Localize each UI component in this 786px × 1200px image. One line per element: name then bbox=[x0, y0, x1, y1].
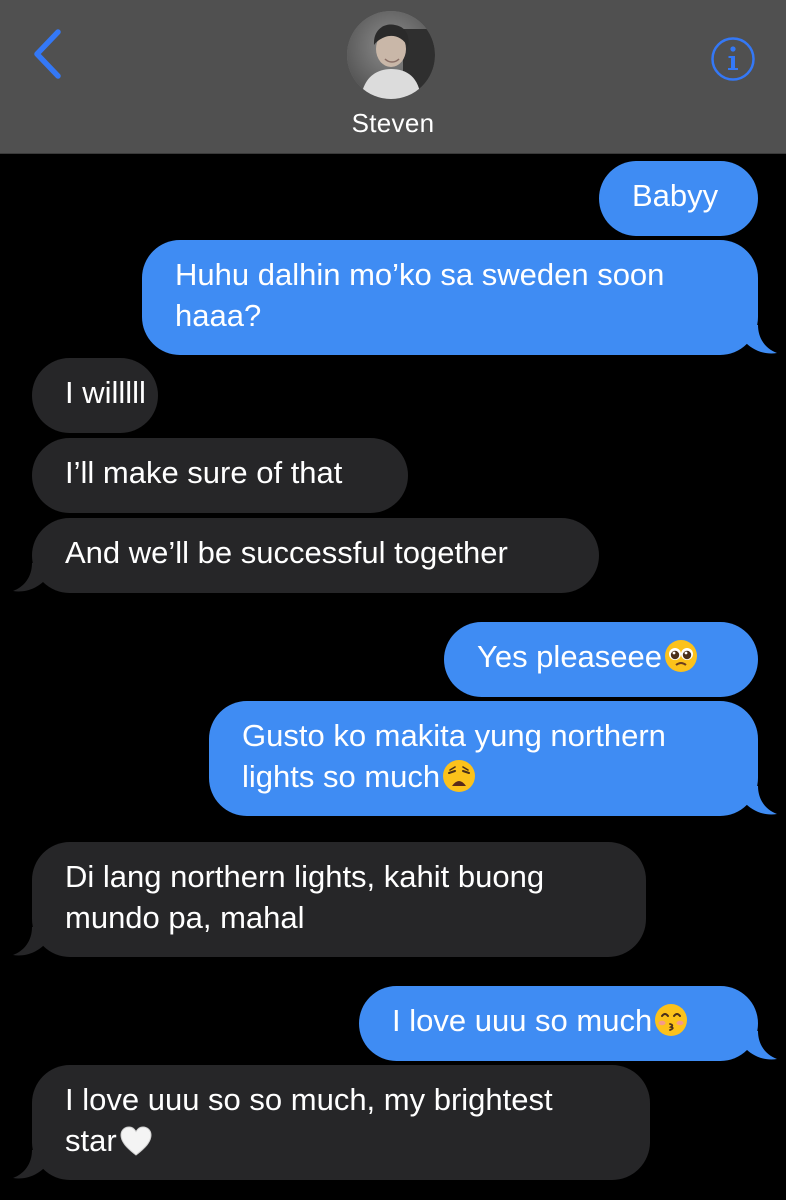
received-bubble-tail bbox=[13, 563, 46, 592]
message-text: I willlll bbox=[65, 375, 146, 410]
message-text: Yes pleaseee bbox=[477, 639, 663, 674]
message-text: I’ll make sure of that bbox=[65, 455, 343, 490]
sent-bubble-tail bbox=[744, 1031, 777, 1060]
received-message-bubble[interactable]: Di lang northern lights, kahit buong mun… bbox=[32, 842, 646, 957]
message-text: I love uuu so so much, my brightest bbox=[65, 1082, 553, 1117]
sent-message-bubble[interactable]: I love uuu so much bbox=[359, 986, 758, 1061]
sent-message-bubble[interactable]: Gusto ko makita yung northern lights so … bbox=[209, 701, 758, 816]
received-message-bubble[interactable]: I love uuu so so much, my brightest star bbox=[32, 1065, 650, 1180]
pleading-face-icon bbox=[665, 640, 698, 672]
sent-bubble-tail bbox=[744, 325, 777, 354]
sent-message-bubble[interactable]: Huhu dalhin mo’ko sa sweden soon haaa? bbox=[142, 240, 758, 355]
message-text: lights so much bbox=[242, 759, 441, 794]
white-heart-icon bbox=[120, 1126, 152, 1156]
received-bubble-tail bbox=[13, 1150, 46, 1179]
sent-bubble-tail bbox=[744, 786, 777, 815]
message-text: Babyy bbox=[632, 178, 719, 213]
sent-message-bubble[interactable]: Yes pleaseee bbox=[444, 622, 758, 697]
message-text: Di lang northern lights, kahit buong bbox=[65, 859, 545, 894]
message-text: Gusto ko makita yung northern bbox=[242, 718, 666, 753]
message-text: Huhu dalhin mo’ko sa sweden soon bbox=[175, 257, 665, 292]
message-text: star bbox=[65, 1123, 117, 1158]
message-text: I love uuu so much bbox=[392, 1003, 653, 1038]
weary-face-icon bbox=[443, 760, 476, 792]
received-message-bubble[interactable]: I willlll bbox=[32, 358, 158, 433]
message-text: And we’ll be successful together bbox=[65, 535, 508, 570]
received-bubble-tail bbox=[13, 927, 46, 956]
sent-message-bubble[interactable]: Babyy bbox=[599, 161, 758, 236]
received-message-bubble[interactable]: I’ll make sure of that bbox=[32, 438, 408, 513]
message-text: mundo pa, mahal bbox=[65, 900, 305, 935]
message-thread: Babyy Huhu dalhin mo’ko sa sweden soon h… bbox=[0, 0, 786, 1200]
message-text: haaa? bbox=[175, 298, 262, 333]
kissing-face-icon bbox=[655, 1004, 688, 1036]
received-message-bubble[interactable]: And we’ll be successful together bbox=[32, 518, 599, 593]
